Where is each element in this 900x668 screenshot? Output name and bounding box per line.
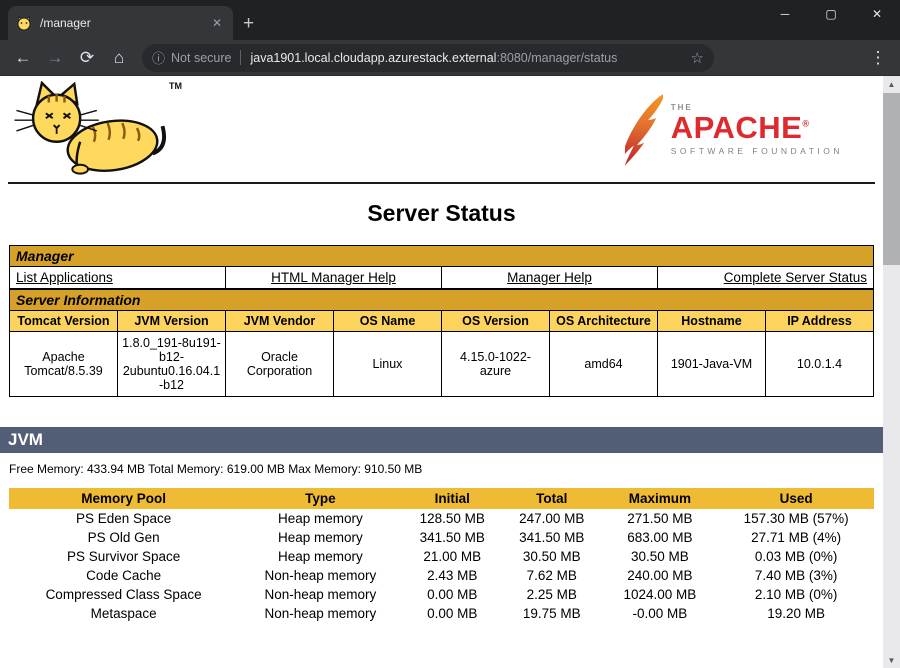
server-info-title-row: Server Information xyxy=(10,290,874,311)
apache-name-label: APACHE® xyxy=(671,112,843,145)
browser-menu-icon[interactable]: ⋮ xyxy=(866,48,890,68)
column-header: OS Version xyxy=(442,311,550,332)
list-applications-link[interactable]: List Applications xyxy=(16,270,113,285)
apache-subtitle-label: SOFTWARE FOUNDATION xyxy=(671,147,843,156)
server-info-section-title: Server Information xyxy=(10,290,874,311)
os-name-value: Linux xyxy=(334,332,442,397)
url-path: :8080/manager/status xyxy=(496,51,617,65)
forward-icon[interactable]: → xyxy=(42,45,68,71)
server-info-value-row: Apache Tomcat/8.5.39 1.8.0_191-8u191-b12… xyxy=(10,332,874,397)
vertical-scrollbar[interactable]: ▲ ▼ xyxy=(883,76,900,668)
server-info-header-row: Tomcat Version JVM Version JVM Vendor OS… xyxy=(10,311,874,332)
memory-summary: Free Memory: 433.94 MB Total Memory: 619… xyxy=(9,462,874,476)
page-content: TM THE xyxy=(0,76,900,668)
column-header: Memory Pool xyxy=(9,488,238,509)
memory-row: Compressed Class SpaceNon-heap memory0.0… xyxy=(9,585,874,604)
registered-mark: ® xyxy=(802,119,809,129)
minimize-button[interactable]: ─ xyxy=(762,0,808,28)
manager-table: Manager List Applications HTML Manager H… xyxy=(9,245,874,289)
ip-address-value: 10.0.1.4 xyxy=(766,332,874,397)
column-header: Total xyxy=(502,488,601,509)
manager-help-link[interactable]: Manager Help xyxy=(507,270,592,285)
server-information-table: Server Information Tomcat Version JVM Ve… xyxy=(9,289,874,397)
hostname-value: 1901-Java-VM xyxy=(658,332,766,397)
omnibox-divider xyxy=(240,50,241,65)
memory-pool-table: Memory Pool Type Initial Total Maximum U… xyxy=(9,488,874,623)
tomcat-favicon-icon xyxy=(16,15,32,31)
column-header: IP Address xyxy=(766,311,874,332)
manager-links-row: List Applications HTML Manager Help Mana… xyxy=(10,267,874,289)
column-header: JVM Vendor xyxy=(226,311,334,332)
new-tab-button[interactable]: + xyxy=(243,14,254,33)
tomcat-cat-icon xyxy=(8,81,168,179)
os-version-value: 4.15.0-1022-azure xyxy=(442,332,550,397)
os-architecture-value: amd64 xyxy=(550,332,658,397)
tomcat-logo: TM xyxy=(8,81,178,179)
jvm-section-header: JVM xyxy=(0,427,883,453)
browser-tab[interactable]: /manager ✕ xyxy=(8,6,233,40)
tab-title: /manager xyxy=(40,16,201,30)
address-bar[interactable]: ⓘ Not secure java1901.local.cloudapp.azu… xyxy=(142,44,714,72)
maximize-button[interactable]: ▢ xyxy=(808,0,854,28)
memory-row: PS Eden SpaceHeap memory128.50 MB247.00 … xyxy=(9,509,874,528)
refresh-icon[interactable]: ⟳ xyxy=(74,45,100,71)
column-header: Used xyxy=(718,488,874,509)
tab-close-icon[interactable]: ✕ xyxy=(209,16,225,30)
memory-row: PS Survivor SpaceHeap memory21.00 MB30.5… xyxy=(9,547,874,566)
tomcat-version-value: Apache Tomcat/8.5.39 xyxy=(10,332,118,397)
security-label: Not secure xyxy=(171,51,231,65)
trademark-label: TM xyxy=(169,81,182,91)
apache-feather-icon xyxy=(625,87,663,173)
column-header: Tomcat Version xyxy=(10,311,118,332)
complete-server-status-link[interactable]: Complete Server Status xyxy=(724,270,867,285)
column-header: Maximum xyxy=(602,488,719,509)
column-header: OS Architecture xyxy=(550,311,658,332)
column-header: Type xyxy=(238,488,402,509)
manager-title-row: Manager xyxy=(10,246,874,267)
jvm-version-value: 1.8.0_191-8u191-b12-2ubuntu0.16.04.1-b12 xyxy=(118,332,226,397)
browser-toolbar: ← → ⟳ ⌂ ⓘ Not secure java1901.local.clou… xyxy=(0,40,900,76)
page-title: Server Status xyxy=(0,200,883,227)
divider xyxy=(8,182,875,184)
home-icon[interactable]: ⌂ xyxy=(106,45,132,71)
column-header: Initial xyxy=(403,488,502,509)
column-header: JVM Version xyxy=(118,311,226,332)
close-button[interactable]: ✕ xyxy=(854,0,900,28)
logo-row: TM THE xyxy=(0,76,883,180)
manager-section-title: Manager xyxy=(10,246,874,267)
html-manager-help-link[interactable]: HTML Manager Help xyxy=(271,270,396,285)
scroll-down-icon[interactable]: ▼ xyxy=(883,652,900,668)
apache-logo: THE APACHE® SOFTWARE FOUNDATION xyxy=(625,87,843,173)
url-host: java1901.local.cloudapp.azurestack.exter… xyxy=(250,51,496,65)
column-header: Hostname xyxy=(658,311,766,332)
scroll-up-icon[interactable]: ▲ xyxy=(883,76,900,92)
bookmark-star-icon[interactable]: ☆ xyxy=(691,49,704,67)
titlebar: /manager ✕ + ─ ▢ ✕ xyxy=(0,0,900,40)
memory-row: PS Old GenHeap memory341.50 MB341.50 MB6… xyxy=(9,528,874,547)
info-icon[interactable]: ⓘ xyxy=(152,48,165,67)
browser-window: /manager ✕ + ─ ▢ ✕ ← → ⟳ ⌂ ⓘ Not secure … xyxy=(0,0,900,668)
column-header: OS Name xyxy=(334,311,442,332)
back-icon[interactable]: ← xyxy=(10,45,36,71)
memory-row: Code CacheNon-heap memory2.43 MB7.62 MB2… xyxy=(9,566,874,585)
jvm-vendor-value: Oracle Corporation xyxy=(226,332,334,397)
memory-header-row: Memory Pool Type Initial Total Maximum U… xyxy=(9,488,874,509)
window-controls: ─ ▢ ✕ xyxy=(762,0,900,28)
memory-row: MetaspaceNon-heap memory0.00 MB19.75 MB-… xyxy=(9,604,874,623)
scrollbar-thumb[interactable] xyxy=(883,93,900,265)
